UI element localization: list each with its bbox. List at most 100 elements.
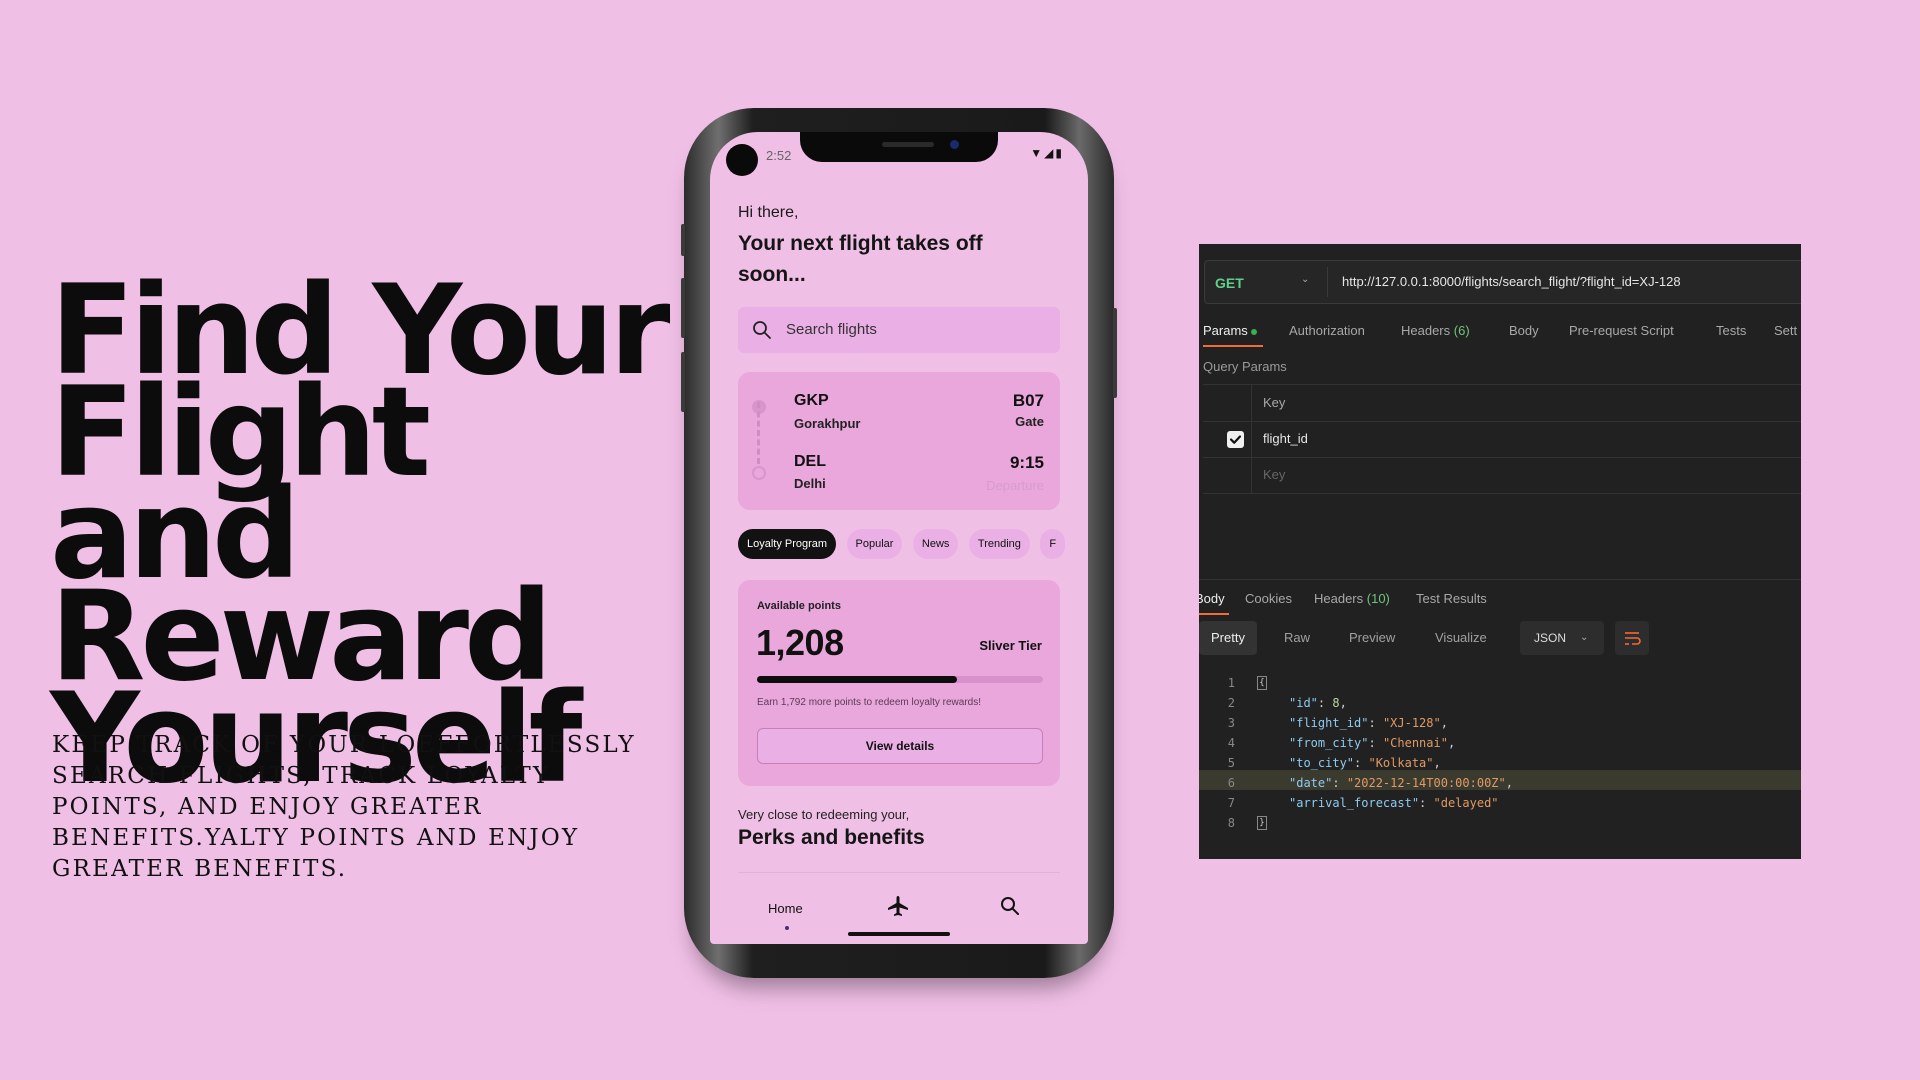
signal-icon: ◢ (1044, 146, 1056, 160)
response-headers-label: Headers (1314, 591, 1364, 606)
battery-icon: ▮ (1055, 146, 1064, 160)
tab-params[interactable]: Params (1203, 323, 1257, 338)
nav-search-icon[interactable] (1000, 896, 1020, 916)
chip-loyalty-program[interactable]: Loyalty Program (738, 529, 837, 559)
json-colon: : (1354, 756, 1369, 770)
airplane-icon[interactable] (886, 894, 910, 918)
line-number: 8 (1227, 816, 1235, 830)
query-params-label: Query Params (1203, 359, 1287, 374)
params-active-dot (1250, 328, 1257, 335)
url-divider (1327, 267, 1328, 297)
response-tab-cookies[interactable]: Cookies (1245, 591, 1292, 606)
json-line: "flight_id": "XJ-128", (1289, 716, 1448, 730)
json-colon: : (1419, 796, 1434, 810)
chip-popular[interactable]: Popular (846, 529, 903, 559)
points-note: Earn 1,792 more points to redeem loyalty… (757, 697, 981, 708)
tab-body[interactable]: Body (1509, 323, 1539, 338)
destination-city: Delhi (794, 476, 826, 491)
param-checkbox[interactable] (1227, 431, 1244, 448)
points-label: Available points (757, 600, 841, 612)
flight-card[interactable]: GKP Gorakhpur DEL Delhi B07 Gate 9:15 De… (738, 372, 1060, 510)
phone-mockup: 2:52 ▼◢▮ Hi there, Your next flight take… (681, 108, 1117, 978)
table-row: Key (1203, 457, 1801, 494)
nav-home[interactable]: Home (768, 901, 803, 916)
wrap-lines-button[interactable] (1615, 621, 1649, 655)
headline: Your next flight takes off soon... (738, 232, 983, 286)
fold-open-icon[interactable]: { (1257, 676, 1267, 690)
greeting: Hi there, (738, 204, 799, 221)
gate-label: Gate (1015, 414, 1044, 429)
points-card: Available points 1,208 Sliver Tier Earn … (738, 580, 1060, 786)
category-chips: Loyalty Program Popular News Trending F (738, 529, 1068, 561)
hero-title: Find Your Flight and Reward Yourself (50, 269, 670, 801)
chip-more[interactable]: F (1040, 529, 1066, 559)
view-preview[interactable]: Preview (1337, 621, 1407, 655)
status-time: 2:52 (766, 148, 792, 163)
tab-tests[interactable]: Tests (1716, 323, 1746, 338)
fold-close-icon: } (1257, 816, 1267, 830)
phone-volume-up (681, 278, 685, 338)
json-key: "id" (1289, 696, 1318, 710)
chip-trending[interactable]: Trending (968, 529, 1030, 559)
request-url-input[interactable]: http://127.0.0.1:8000/flights/search_fli… (1342, 274, 1681, 289)
tab-headers[interactable]: Headers (6) (1401, 323, 1470, 338)
json-value: "delayed" (1433, 796, 1499, 810)
json-line: "from_city": "Chennai", (1289, 736, 1455, 750)
http-method-select[interactable]: GET (1215, 275, 1244, 291)
response-headers-count: (10) (1366, 591, 1390, 606)
query-params-table: Key flight_id Key (1203, 384, 1801, 494)
chevron-down-icon[interactable]: ⌄ (1301, 274, 1309, 285)
response-tab-body[interactable]: Body (1199, 591, 1225, 606)
phone-notch (800, 132, 998, 162)
line-number: 5 (1227, 756, 1235, 770)
format-value: JSON (1534, 631, 1567, 645)
hero-title-line: Flight and (50, 361, 431, 607)
json-value: "2022-12-14T00:00:00Z" (1346, 776, 1506, 790)
departure-label: Departure (986, 478, 1044, 493)
tab-authorization[interactable]: Authorization (1289, 323, 1365, 338)
view-visualize[interactable]: Visualize (1423, 621, 1499, 655)
line-number: 4 (1227, 736, 1235, 750)
json-key: "to_city" (1289, 756, 1355, 770)
points-progress-fill (757, 676, 958, 683)
tab-prerequest-script[interactable]: Pre-request Script (1569, 323, 1674, 338)
table-row: flight_id (1203, 421, 1801, 458)
json-colon: : (1368, 716, 1383, 730)
key-column-header: Key (1263, 395, 1286, 410)
status-icons: ▼◢▮ (1030, 146, 1064, 160)
response-tab-underline (1199, 613, 1229, 615)
new-key-input[interactable]: Key (1263, 467, 1285, 482)
json-colon: : (1317, 696, 1333, 710)
json-line: "to_city": "Kolkata", (1289, 756, 1441, 770)
chip-news[interactable]: News (912, 529, 959, 559)
line-number: 1 (1227, 676, 1235, 690)
perks-intro: Very close to redeeming your, (738, 807, 910, 822)
json-key: "flight_id" (1289, 716, 1369, 730)
request-url-bar: GET ⌄ http://127.0.0.1:8000/flights/sear… (1204, 260, 1801, 304)
check-icon (1229, 435, 1242, 444)
json-comma: , (1505, 776, 1513, 790)
view-pretty[interactable]: Pretty (1199, 621, 1257, 655)
tab-settings[interactable]: Sett (1774, 323, 1797, 338)
view-raw[interactable]: Raw (1272, 621, 1322, 655)
json-key: "date" (1289, 776, 1333, 790)
view-details-button[interactable]: View details (757, 728, 1043, 764)
json-key: "arrival_forecast" (1289, 796, 1420, 810)
chevron-down-icon: ⌄ (1580, 632, 1589, 643)
json-colon: : (1332, 776, 1347, 790)
nav-divider (738, 872, 1060, 873)
phone-screen: 2:52 ▼◢▮ Hi there, Your next flight take… (710, 132, 1088, 944)
format-select[interactable]: JSON ⌄ (1520, 621, 1604, 655)
json-comma: , (1447, 736, 1456, 750)
json-line: "id": 8, (1289, 696, 1347, 710)
json-value: "Chennai" (1382, 736, 1448, 750)
search-flights-input[interactable]: Search flights (738, 307, 1060, 353)
line-number: 7 (1227, 796, 1235, 810)
json-comma: , (1440, 716, 1448, 730)
nav-active-indicator (785, 926, 789, 930)
points-progress-bar (757, 676, 1043, 683)
param-key-input[interactable]: flight_id (1263, 431, 1308, 446)
response-tab-test-results[interactable]: Test Results (1416, 591, 1487, 606)
response-tab-headers[interactable]: Headers (10) (1314, 591, 1390, 606)
hero-subtitle: KEEP TRACK OF YOUR LOEFFORTLESSLY SEARCH… (52, 732, 636, 882)
